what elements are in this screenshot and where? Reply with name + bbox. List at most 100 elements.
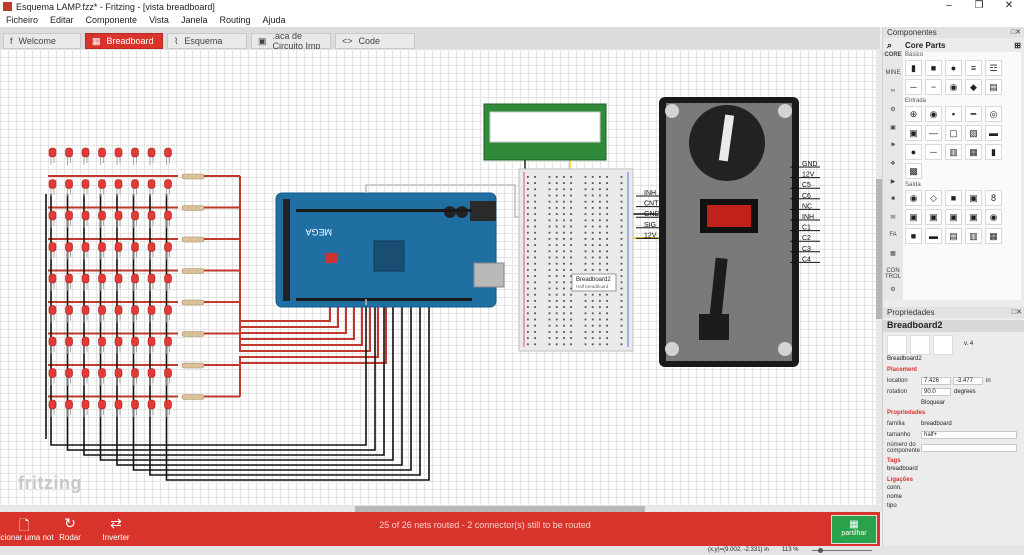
flip-button[interactable]: ⇄ Inverter xyxy=(86,515,146,542)
led[interactable] xyxy=(147,305,156,323)
led[interactable] xyxy=(164,147,172,165)
led[interactable] xyxy=(81,368,90,386)
part-icon[interactable]: ◉ xyxy=(905,190,922,206)
resistor[interactable] xyxy=(181,394,240,400)
resistor[interactable] xyxy=(181,205,240,211)
arduino-mega-board[interactable]: MEGA xyxy=(275,192,505,308)
panel-float-close-icon[interactable]: □✕ xyxy=(1012,308,1022,316)
part-icon[interactable]: ▮ xyxy=(905,60,922,76)
location-y-input[interactable]: -3.477 xyxy=(953,376,983,385)
led[interactable] xyxy=(147,242,156,260)
led[interactable] xyxy=(114,305,123,323)
part-icon[interactable]: ▣ xyxy=(965,190,982,206)
search-icon[interactable]: ⌕ xyxy=(887,40,892,51)
menu-componente[interactable]: Componente xyxy=(80,15,144,25)
tab-welcome[interactable]: f Welcome xyxy=(3,33,81,49)
led[interactable] xyxy=(131,368,139,386)
location-x-input[interactable]: 7.426 xyxy=(921,376,951,385)
led[interactable] xyxy=(164,399,172,417)
led[interactable] xyxy=(48,273,57,291)
menu-routing[interactable]: Routing xyxy=(213,15,256,25)
led[interactable] xyxy=(114,273,123,291)
led[interactable] xyxy=(131,242,139,260)
size-select[interactable]: half+ xyxy=(921,430,1017,439)
led[interactable] xyxy=(65,305,73,323)
part-icon[interactable]: ▤ xyxy=(985,79,1002,95)
led[interactable] xyxy=(81,242,90,260)
lcd-display[interactable] xyxy=(483,103,607,161)
led[interactable] xyxy=(48,147,57,165)
half-breadboard[interactable] xyxy=(518,168,634,352)
led[interactable] xyxy=(147,147,156,165)
part-icon[interactable]: ⊕ xyxy=(905,106,922,122)
led[interactable] xyxy=(48,210,57,228)
part-icon[interactable]: ▦ xyxy=(965,144,982,160)
led[interactable] xyxy=(98,368,106,386)
part-icon[interactable]: ▤ xyxy=(945,228,962,244)
led[interactable] xyxy=(65,210,73,228)
led[interactable] xyxy=(147,273,156,291)
led[interactable] xyxy=(131,305,139,323)
location-unit[interactable]: in xyxy=(986,378,991,384)
led[interactable] xyxy=(164,242,172,260)
part-icon[interactable]: ─ xyxy=(905,79,922,95)
led[interactable] xyxy=(65,147,73,165)
part-icon[interactable]: ▣ xyxy=(965,209,982,225)
resistor[interactable] xyxy=(181,268,240,274)
led[interactable] xyxy=(114,147,123,165)
share-button[interactable]: ▦ partilhar xyxy=(831,515,877,544)
led[interactable] xyxy=(164,179,172,197)
part-icon[interactable]: ▪ xyxy=(945,106,962,122)
led[interactable] xyxy=(65,336,73,354)
led[interactable] xyxy=(147,399,156,417)
part-icon[interactable]: ◎ xyxy=(985,106,1002,122)
resistor[interactable] xyxy=(181,173,240,180)
part-icon[interactable]: ▦ xyxy=(985,228,1002,244)
led[interactable] xyxy=(65,368,73,386)
led[interactable] xyxy=(65,273,73,291)
led[interactable] xyxy=(48,242,57,260)
led[interactable] xyxy=(48,368,57,386)
led[interactable] xyxy=(131,147,139,165)
led[interactable] xyxy=(114,368,123,386)
led[interactable] xyxy=(81,147,90,165)
resistor[interactable] xyxy=(181,362,240,369)
part-number-input[interactable] xyxy=(921,444,1017,452)
part-icon[interactable]: ◉ xyxy=(985,209,1002,225)
parts-bin-tab[interactable]: ❖ xyxy=(883,160,903,178)
led[interactable] xyxy=(131,399,139,417)
part-icon[interactable]: 8 xyxy=(985,190,1002,206)
resistor[interactable] xyxy=(181,299,240,306)
led[interactable] xyxy=(98,179,106,197)
led[interactable] xyxy=(65,399,73,417)
maximize-button[interactable]: ❐ xyxy=(964,0,994,11)
minimize-button[interactable]: – xyxy=(934,0,964,11)
led[interactable] xyxy=(114,242,123,260)
led[interactable] xyxy=(114,336,123,354)
led[interactable] xyxy=(98,273,106,291)
part-icon[interactable]: ■ xyxy=(945,190,962,206)
tab-breadboard[interactable]: ▦ Breadboard xyxy=(85,33,163,49)
led[interactable] xyxy=(98,305,106,323)
led[interactable] xyxy=(147,210,156,228)
part-icon[interactable]: ● xyxy=(945,60,962,76)
led[interactable] xyxy=(48,399,57,417)
led[interactable] xyxy=(164,305,172,323)
parts-bin-tab[interactable]: ⚑ xyxy=(883,142,903,160)
rotation-input[interactable]: 90.0 xyxy=(921,387,951,396)
parts-bin-tab[interactable]: MINE xyxy=(883,70,903,88)
part-icon[interactable]: ━ xyxy=(965,106,982,122)
led-matrix[interactable] xyxy=(48,147,172,417)
part-icon[interactable]: ▮ xyxy=(985,144,1002,160)
led[interactable] xyxy=(81,399,90,417)
part-icon[interactable]: ▥ xyxy=(945,144,962,160)
led[interactable] xyxy=(81,179,90,197)
part-icon[interactable]: ◉ xyxy=(925,106,942,122)
parts-bin-tab[interactable]: ∞ xyxy=(883,88,903,106)
led[interactable] xyxy=(98,147,106,165)
part-icon[interactable]: ▣ xyxy=(905,125,922,141)
led[interactable] xyxy=(98,399,106,417)
part-icon[interactable]: ▣ xyxy=(925,209,942,225)
led[interactable] xyxy=(147,336,156,354)
led[interactable] xyxy=(131,179,139,197)
